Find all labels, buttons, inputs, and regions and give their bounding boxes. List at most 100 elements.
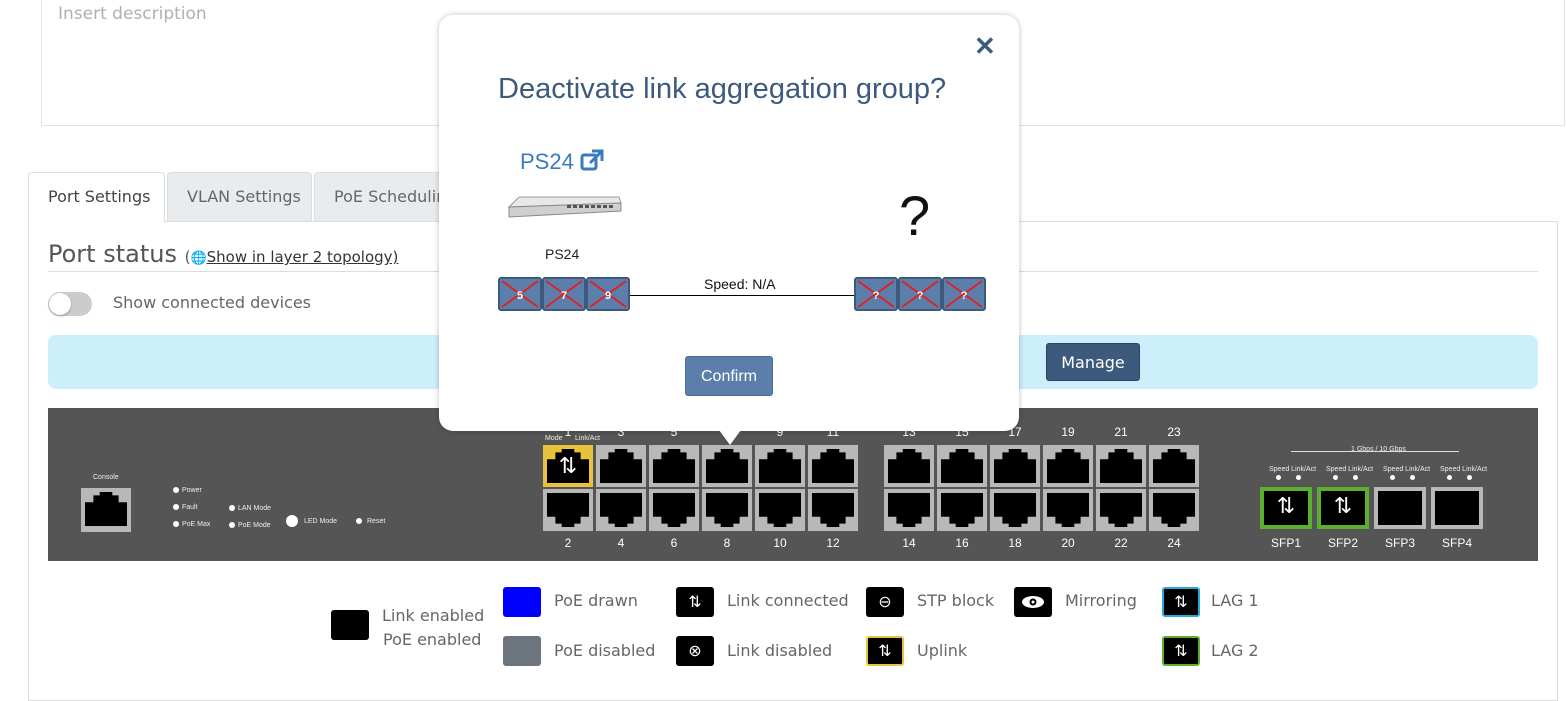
legend-uplink: Uplink xyxy=(917,641,968,660)
led-fault xyxy=(173,504,179,510)
legend-stp-block: STP block xyxy=(917,591,995,610)
port-number-bottom: 14 xyxy=(902,536,916,550)
remote-lag-port: ? xyxy=(942,277,986,311)
rj45-port-odd[interactable] xyxy=(884,445,934,487)
sfp-port[interactable]: ⇅ xyxy=(1317,487,1369,529)
description-placeholder: Insert description xyxy=(58,4,207,24)
sfp-port[interactable]: ⇅ xyxy=(1260,487,1312,529)
led-poe-mode-label: PoE Mode xyxy=(238,522,271,529)
external-link-icon xyxy=(580,149,604,177)
globe-icon: 🌐 xyxy=(190,251,207,266)
led-power-label: Power xyxy=(182,487,202,494)
rj45-port-even[interactable] xyxy=(808,489,858,531)
rj45-port-even[interactable] xyxy=(755,489,805,531)
rj45-port-even[interactable] xyxy=(1043,489,1093,531)
led-poe-mode xyxy=(229,522,235,528)
led-power xyxy=(173,487,179,493)
legend-mirroring: Mirroring xyxy=(1065,591,1137,610)
local-lag-port: 5 xyxy=(498,277,542,311)
led-poe-max-label: PoE Max xyxy=(182,521,211,528)
deactivate-lag-modal: ✕ Deactivate link aggregation group? PS2… xyxy=(439,15,1019,445)
led-fault-label: Fault xyxy=(182,504,198,511)
rj45-port-even[interactable] xyxy=(937,489,987,531)
remote-lag-port: ? xyxy=(854,277,898,311)
rj45-port-odd[interactable] xyxy=(937,445,987,487)
legend-poe-disabled-swatch xyxy=(503,636,541,666)
rj45-port-odd[interactable] xyxy=(808,445,858,487)
rj45-port-even[interactable] xyxy=(649,489,699,531)
rj45-port-even[interactable] xyxy=(596,489,646,531)
port-number-bottom: 6 xyxy=(670,536,678,550)
stp-block-icon: ⊖ xyxy=(866,587,904,617)
rj45-port-odd[interactable] xyxy=(990,445,1040,487)
port-number: 5 xyxy=(516,290,524,302)
manage-button[interactable]: Manage xyxy=(1046,343,1140,381)
show-devices-toggle[interactable] xyxy=(48,292,92,316)
port-number: ? xyxy=(916,290,924,302)
led-poe-max xyxy=(173,521,179,527)
port-number-bottom: 4 xyxy=(617,536,625,550)
port-number: 7 xyxy=(560,290,568,302)
port-number-bottom: 18 xyxy=(1008,536,1022,550)
confirm-button[interactable]: Confirm xyxy=(685,356,773,396)
sfp-port[interactable] xyxy=(1431,487,1483,529)
legend-lag2: LAG 2 xyxy=(1211,641,1259,660)
port-number-top: 21 xyxy=(1114,425,1128,439)
link-disabled-icon: ⊗ xyxy=(676,636,714,666)
rj45-port-odd[interactable] xyxy=(702,445,752,487)
modal-title: Deactivate link aggregation group? xyxy=(498,73,947,105)
sfp-led xyxy=(1410,475,1415,480)
rj45-port-odd[interactable]: ⇅ xyxy=(543,445,593,487)
port-number-bottom: 22 xyxy=(1114,536,1128,550)
sfp-led xyxy=(1296,475,1301,480)
unknown-device: ? xyxy=(899,184,931,247)
close-icon[interactable]: ✕ xyxy=(974,31,996,62)
rj45-port-even[interactable] xyxy=(543,489,593,531)
sfp-label: SFP2 xyxy=(1327,536,1358,550)
port-status-title: Port status xyxy=(48,240,177,268)
led-lan-mode-label: LAN Mode xyxy=(238,505,272,512)
uplink-icon: ⇅ xyxy=(558,453,578,478)
rj45-port-odd[interactable] xyxy=(755,445,805,487)
device-link[interactable]: PS24 xyxy=(520,149,604,177)
rj45-port-odd[interactable] xyxy=(596,445,646,487)
rj45-port-even[interactable] xyxy=(1096,489,1146,531)
legend-link-connected: Link connected xyxy=(727,591,849,610)
rj45-port-even[interactable] xyxy=(702,489,752,531)
device-label: PS24 xyxy=(545,246,580,262)
legend-lag1: LAG 1 xyxy=(1211,591,1259,610)
reset-button[interactable] xyxy=(356,518,362,524)
sfp-led xyxy=(1276,475,1281,480)
rj45-port-even[interactable] xyxy=(990,489,1040,531)
topology-link[interactable]: Show in layer 2 topology) xyxy=(207,248,399,266)
sfp-led xyxy=(1333,475,1338,480)
sfp-led xyxy=(1447,475,1452,480)
sfp-port[interactable] xyxy=(1374,487,1426,529)
port-number-top: 23 xyxy=(1167,425,1181,439)
sfp-speed-label: Speed Link/Act xyxy=(1269,466,1317,473)
legend-poe-drawn-swatch xyxy=(503,587,541,617)
tab-vlan-settings[interactable]: VLAN Settings xyxy=(167,172,312,221)
port-number: ? xyxy=(960,290,968,302)
toggle-label: Show connected devices xyxy=(113,293,312,312)
rj45-port-odd[interactable] xyxy=(649,445,699,487)
rj45-port-even[interactable] xyxy=(884,489,934,531)
port-number: 9 xyxy=(604,290,612,302)
tab-port-settings[interactable]: Port Settings xyxy=(28,172,165,222)
rj45-port-odd[interactable] xyxy=(1149,445,1199,487)
switch-device-image xyxy=(507,193,623,228)
uplink-icon: ⇅ xyxy=(866,636,904,666)
lag2-icon: ⇅ xyxy=(1162,636,1200,666)
rj45-port-even[interactable] xyxy=(1149,489,1199,531)
led-mode-button[interactable] xyxy=(286,515,298,527)
sfp-label: SFP4 xyxy=(1441,536,1472,550)
link-line xyxy=(629,295,855,296)
legend-poe-drawn: PoE drawn xyxy=(554,591,638,610)
legend-poe-disabled: PoE disabled xyxy=(554,641,656,660)
speed-label: Speed: N/A xyxy=(704,276,776,292)
eye-icon xyxy=(1014,587,1052,617)
legend-poe-enabled: PoE enabled xyxy=(383,630,482,649)
rj45-port-odd[interactable] xyxy=(1043,445,1093,487)
led-mode-label: LED Mode xyxy=(304,518,338,525)
rj45-port-odd[interactable] xyxy=(1096,445,1146,487)
